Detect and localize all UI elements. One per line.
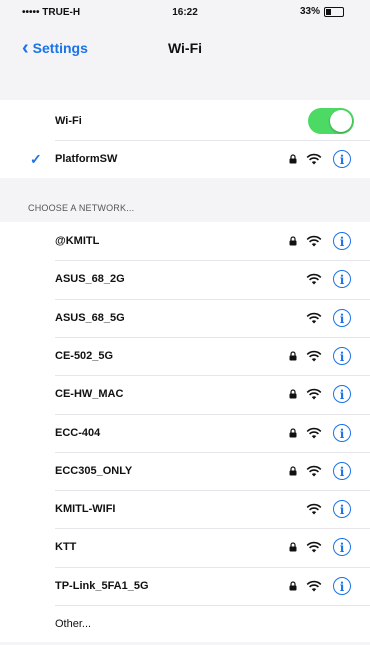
lock-icon bbox=[289, 154, 297, 164]
wifi-icon bbox=[306, 503, 322, 515]
network-name: @KMITL bbox=[55, 235, 100, 247]
network-row[interactable]: KMITL-WIFI i bbox=[0, 490, 370, 528]
network-name: KMITL-WIFI bbox=[55, 503, 116, 516]
network-name: ECC-404 bbox=[55, 426, 101, 439]
network-name: CE-502_5G bbox=[55, 349, 114, 362]
info-icon[interactable]: i bbox=[333, 385, 351, 404]
wifi-icon bbox=[306, 427, 322, 438]
lock-icon bbox=[289, 236, 297, 246]
info-icon[interactable]: i bbox=[333, 308, 351, 327]
wifi-icon bbox=[306, 235, 322, 247]
info-icon[interactable]: i bbox=[333, 270, 351, 289]
navigation-bar: ‹ Settings Wi-Fi bbox=[0, 30, 370, 66]
lock-icon bbox=[289, 427, 297, 437]
network-name: TP-Link_5FA1_5G bbox=[55, 579, 149, 592]
network-list: @KMITL i ASUS_68_2G i ASUS_68_5G i CE-502_5G i C… bbox=[0, 222, 370, 642]
network-name: ASUS_68_2G bbox=[55, 273, 125, 286]
network-row[interactable]: ASUS_68_2G i bbox=[0, 260, 370, 298]
status-bar: ••••• TRUE-H 16:22 33% bbox=[0, 0, 370, 22]
other-network-row[interactable]: Other... bbox=[0, 605, 370, 643]
network-name: CE-HW_MAC bbox=[55, 388, 124, 401]
page-title: Wi-Fi bbox=[167, 40, 203, 56]
wifi-icon bbox=[306, 542, 322, 553]
network-row[interactable]: ECC-404 i bbox=[0, 414, 370, 452]
network-row[interactable]: TP-Link_5FA1_5G i bbox=[0, 567, 370, 605]
wifi-icon bbox=[306, 153, 322, 165]
network-row[interactable]: KTT i bbox=[0, 528, 370, 566]
network-row[interactable]: CE-HW_MAC i bbox=[0, 375, 370, 413]
lock-icon bbox=[289, 581, 297, 591]
wifi-icon bbox=[306, 465, 322, 477]
network-row[interactable]: CE-502_5G i bbox=[0, 337, 370, 375]
info-icon[interactable]: i bbox=[333, 576, 351, 595]
wifi-icon bbox=[306, 580, 322, 592]
connected-network-name: PlatformSW bbox=[55, 153, 118, 165]
lock-icon bbox=[289, 542, 297, 552]
lock-icon bbox=[289, 466, 297, 476]
toggle-knob bbox=[330, 110, 352, 132]
connected-network-row[interactable]: ✓ PlatformSW i bbox=[0, 140, 370, 178]
network-name: KTT bbox=[55, 541, 77, 554]
lock-icon bbox=[289, 389, 297, 399]
wifi-toggle[interactable] bbox=[308, 108, 354, 134]
network-row[interactable]: ASUS_68_5G i bbox=[0, 299, 370, 337]
wifi-toggle-label: Wi-Fi bbox=[55, 115, 82, 127]
wifi-settings-group: Wi-Fi ✓ PlatformSW i bbox=[0, 100, 370, 178]
info-icon[interactable]: i bbox=[333, 423, 351, 442]
wifi-icon bbox=[306, 274, 322, 285]
network-row[interactable]: ECC305_ONLY i bbox=[0, 452, 370, 490]
wifi-icon bbox=[306, 312, 322, 324]
info-icon[interactable]: i bbox=[333, 232, 351, 250]
wifi-icon bbox=[306, 388, 322, 400]
network-row[interactable]: @KMITL i bbox=[0, 222, 370, 260]
network-name: ECC305_ONLY bbox=[55, 464, 133, 477]
info-icon[interactable]: i bbox=[333, 500, 351, 519]
wifi-icon bbox=[306, 350, 322, 362]
info-icon[interactable]: i bbox=[333, 346, 351, 365]
battery-percent: 33% bbox=[299, 6, 320, 17]
checkmark-icon: ✓ bbox=[30, 150, 42, 167]
info-icon[interactable]: i bbox=[333, 461, 351, 480]
info-icon[interactable]: i bbox=[333, 538, 351, 557]
network-name: ASUS_68_5G bbox=[55, 311, 125, 324]
section-header: CHOOSE A NETWORK... bbox=[28, 203, 135, 213]
info-icon[interactable]: i bbox=[333, 150, 351, 168]
wifi-toggle-row: Wi-Fi bbox=[0, 102, 370, 140]
lock-icon bbox=[289, 351, 297, 361]
battery-icon bbox=[324, 6, 344, 17]
battery-status: 33% bbox=[300, 6, 344, 17]
other-network-label: Other... bbox=[55, 618, 92, 630]
